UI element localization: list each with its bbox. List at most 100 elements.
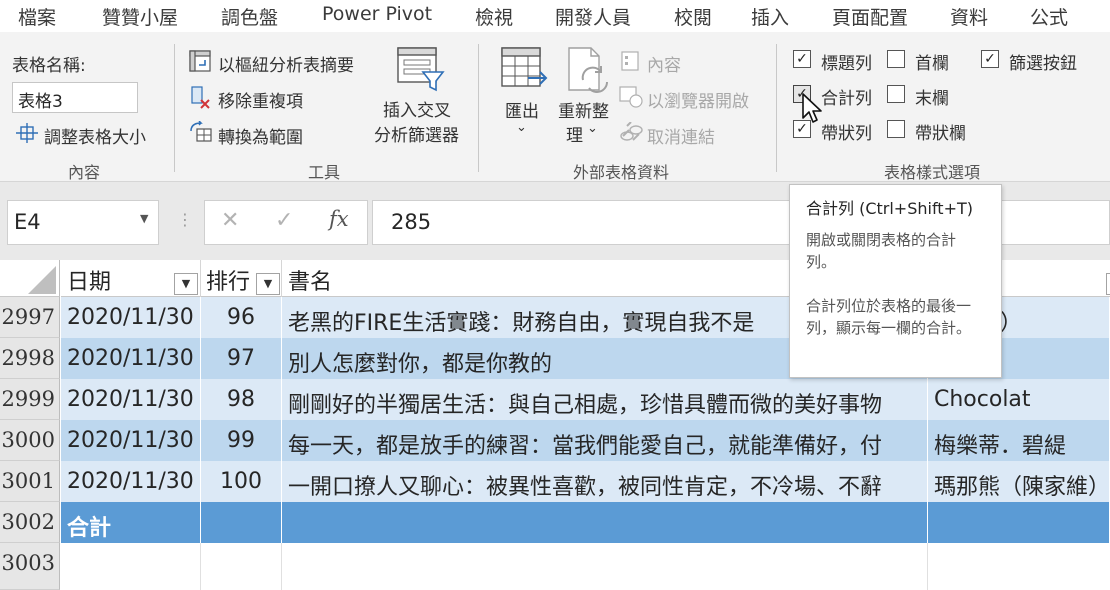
insert-slicer-label-1[interactable]: 插入交叉	[383, 96, 451, 121]
row-header-3000[interactable]: 3000	[0, 420, 60, 461]
name-box[interactable]: E4	[7, 200, 159, 245]
cell-rank[interactable]: 96	[201, 297, 282, 338]
header-divider	[281, 260, 282, 297]
select-all-triangle-icon	[28, 266, 56, 294]
row-header-2999[interactable]: 2999	[0, 379, 60, 420]
table-name-label: 表格名稱:	[12, 56, 86, 76]
formula-buttons: ✕ ✓ fx	[204, 200, 368, 245]
last-column-checkbox[interactable]	[887, 85, 905, 103]
select-all-corner[interactable]	[0, 260, 60, 297]
insert-slicer-label-2[interactable]: 分析篩選器	[374, 121, 459, 146]
filter-button-checkbox[interactable]: ✓	[981, 50, 999, 68]
formula-bar-grip-icon[interactable]: ⋮	[177, 210, 193, 229]
cell-rank[interactable]: 99	[201, 420, 282, 461]
tooltip-line-1: 開啟或關閉表格的合計列。	[806, 231, 957, 271]
tab-formulas[interactable]: 公式	[1030, 3, 1068, 30]
banded-columns-label: 帶狀欄	[915, 124, 966, 144]
total-cell[interactable]	[282, 502, 928, 543]
ribbon-tabs: 檔案 贊贊小屋 調色盤 Power Pivot 檢視 開發人員 校閱 插入 頁面…	[0, 0, 1110, 32]
tab-power-pivot[interactable]: Power Pivot	[322, 3, 432, 25]
header-rank[interactable]: 排行	[206, 264, 250, 296]
last-column-label: 末欄	[915, 89, 949, 109]
tab-data[interactable]: 資料	[950, 3, 988, 30]
table-name-input[interactable]: 表格3	[12, 82, 138, 113]
unlink-icon	[620, 122, 643, 141]
tab-file[interactable]: 檔案	[18, 3, 56, 30]
row-header-3002[interactable]: 3002	[0, 502, 60, 543]
resize-table-button[interactable]: 調整表格大小	[44, 123, 146, 148]
cell-date[interactable]: 2020/11/30	[61, 338, 201, 379]
unlink-button[interactable]: 取消連結	[647, 123, 715, 148]
grid-line	[927, 543, 928, 590]
row-header-2998[interactable]: 2998	[0, 338, 60, 379]
enter-formula-icon[interactable]: ✓	[275, 208, 293, 233]
grid-line	[281, 543, 282, 590]
properties-icon	[621, 51, 639, 71]
refresh-label-2[interactable]: 理	[566, 121, 583, 146]
refresh-dropdown-icon[interactable]: ⌄	[587, 121, 598, 136]
tab-insert[interactable]: 插入	[751, 3, 789, 30]
filter-rank-button[interactable]: ▼	[256, 273, 280, 295]
filter-date-button[interactable]: ▼	[174, 273, 198, 295]
cell-author[interactable]: 梅樂蒂．碧緹	[928, 420, 1110, 461]
insert-slicer-icon	[397, 47, 445, 92]
name-box-dropdown-icon[interactable]: ▼	[140, 212, 148, 225]
tab-view[interactable]: 檢視	[475, 3, 513, 30]
total-cell[interactable]	[928, 502, 1110, 543]
first-column-checkbox[interactable]	[887, 50, 905, 68]
cell-author[interactable]: Chocolat	[928, 379, 1110, 420]
pivot-table-icon	[189, 50, 211, 72]
convert-to-range-button[interactable]: 轉換為範圍	[218, 123, 303, 148]
grid-line	[200, 543, 201, 590]
total-cell[interactable]	[201, 502, 282, 543]
refresh-icon	[568, 47, 608, 93]
convert-to-range-icon	[190, 121, 212, 142]
table-row: 2020/11/30 99 每一天，都是放手的練習：當我們能愛自己，就能準備好，…	[61, 420, 1110, 461]
group-label-external: 外部表格資料	[573, 163, 670, 182]
row-header-3003[interactable]: 3003	[0, 543, 60, 590]
cell-author[interactable]: 瑪那熊（陳家維）	[928, 461, 1110, 502]
group-label-tools: 工具	[308, 163, 341, 182]
cell-date[interactable]: 2020/11/30	[61, 379, 201, 420]
empty-row	[61, 543, 1110, 590]
cell-rank[interactable]: 97	[201, 338, 282, 379]
total-row-label: 合計列	[821, 89, 872, 109]
header-row-checkbox[interactable]: ✓	[793, 50, 811, 68]
cell-date[interactable]: 2020/11/30	[61, 297, 201, 338]
properties-button[interactable]: 內容	[647, 51, 681, 76]
tab-page-layout[interactable]: 頁面配置	[832, 3, 908, 30]
group-label-style-options: 表格樣式選項	[884, 163, 981, 182]
remove-duplicates-button[interactable]: 移除重複項	[218, 87, 303, 112]
export-dropdown-icon[interactable]: ⌄	[516, 120, 527, 135]
export-button[interactable]: 匯出	[505, 97, 539, 122]
open-in-browser-button[interactable]: 以瀏覽器開啟	[647, 87, 749, 112]
tab-developer[interactable]: 開發人員	[555, 3, 631, 30]
total-label-cell[interactable]: 合計	[61, 502, 201, 543]
tab-review[interactable]: 校閱	[674, 3, 712, 30]
mouse-cursor-icon	[802, 93, 822, 123]
row-header-3001[interactable]: 3001	[0, 461, 60, 502]
resize-table-icon	[16, 123, 38, 143]
cell-date[interactable]: 2020/11/30	[61, 420, 201, 461]
filter-button-label: 篩選按鈕	[1009, 54, 1077, 74]
cell-title[interactable]: 一開口撩人又聊心：被異性喜歡，被同性肯定，不冷場、不辭	[282, 461, 928, 502]
tab-palette[interactable]: 調色盤	[221, 3, 278, 30]
cell-date[interactable]: 2020/11/30	[61, 461, 201, 502]
ribbon-table-design: 表格名稱: 表格3 調整表格大小 內容 以樞紐分析表摘要 移除重複項 轉換為範圍…	[0, 32, 1110, 182]
summarize-pivot-button[interactable]: 以樞紐分析表摘要	[218, 51, 354, 76]
cell-title[interactable]: 每一天，都是放手的練習：當我們能愛自己，就能準備好，付	[282, 420, 928, 461]
cell-title[interactable]: 剛剛好的半獨居生活：與自己相處，珍惜具體而微的美好事物	[282, 379, 928, 420]
banded-columns-checkbox[interactable]	[887, 120, 905, 138]
open-in-browser-icon	[619, 86, 643, 108]
remove-duplicates-icon	[191, 86, 210, 109]
tab-zanzan[interactable]: 贊贊小屋	[102, 3, 178, 30]
cell-rank[interactable]: 100	[201, 461, 282, 502]
header-date[interactable]: 日期	[67, 264, 111, 296]
cancel-formula-icon[interactable]: ✕	[221, 208, 239, 233]
header-title[interactable]: 書名	[288, 264, 332, 296]
refresh-label-1[interactable]: 重新整	[558, 97, 609, 122]
cell-rank[interactable]: 98	[201, 379, 282, 420]
filter-next-button[interactable]	[1106, 273, 1110, 295]
row-header-2997[interactable]: 2997	[0, 297, 60, 338]
insert-function-icon[interactable]: fx	[329, 207, 349, 231]
